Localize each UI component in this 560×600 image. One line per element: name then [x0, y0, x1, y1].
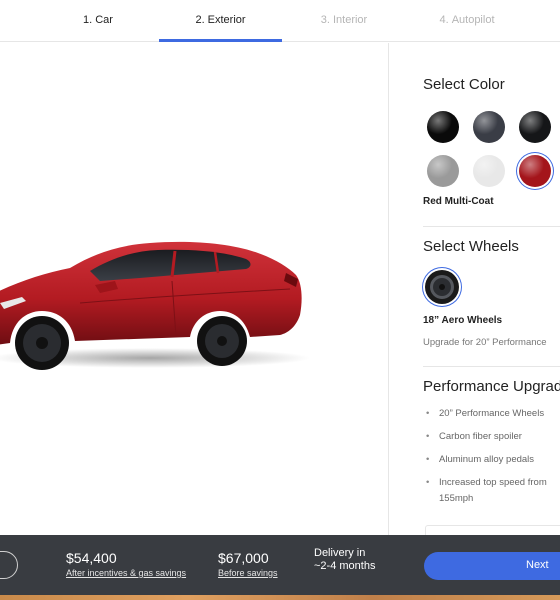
tab-number: 4.: [439, 14, 449, 26]
list-item: Carbon fiber spoiler: [423, 429, 560, 445]
midnight-silver-swatch[interactable]: [473, 111, 505, 143]
price-after-value: $54,400: [66, 550, 117, 566]
performance-option-card[interactable]: [425, 525, 560, 535]
performance-upgrade-heading: Performance Upgrade: [423, 378, 560, 395]
step-navigation: 1. Car 2. Exterior 3. Interior 4. Autopilot: [0, 0, 560, 42]
next-button[interactable]: Next: [424, 552, 560, 580]
select-color-heading: Select Color: [423, 76, 505, 93]
tab-exterior[interactable]: 2. Exterior: [159, 0, 282, 42]
tab-number: 2.: [195, 14, 205, 26]
wheel-upgrade-text: Upgrade for 20” Performance: [423, 337, 547, 348]
price-before-link[interactable]: Before savings: [218, 567, 278, 579]
selected-wheel-name: 18” Aero Wheels: [423, 315, 503, 326]
performance-features-list: 20” Performance Wheels Carbon fiber spoi…: [423, 406, 560, 514]
order-summary-bar: $54,400 After incentives & gas savings $…: [0, 535, 560, 595]
price-after-link[interactable]: After incentives & gas savings: [66, 567, 186, 579]
tab-label: Car: [95, 14, 113, 26]
options-panel: Select Color Red Multi-Coat Select Wheel…: [388, 43, 560, 535]
tab-autopilot[interactable]: 4. Autopilot: [420, 0, 514, 42]
tab-label: Autopilot: [451, 14, 495, 26]
wheel-icon: [426, 271, 458, 303]
list-item: Aluminum alloy pedals: [423, 452, 560, 468]
list-item: 20” Performance Wheels: [423, 406, 560, 422]
active-tab-indicator: [159, 39, 282, 42]
black-swatch[interactable]: [427, 111, 459, 143]
tab-car[interactable]: 1. Car: [60, 0, 136, 42]
next-button-label: Next: [526, 559, 549, 571]
tab-interior[interactable]: 3. Interior: [304, 0, 384, 42]
tab-label: Exterior: [207, 14, 246, 26]
aero-wheel-option[interactable]: [425, 270, 459, 304]
silver-swatch[interactable]: [427, 155, 459, 187]
background-strip: [0, 595, 560, 600]
deep-blue-swatch[interactable]: [519, 111, 551, 143]
delivery-estimate: Delivery in ~2-4 months: [314, 547, 376, 572]
selected-color-name: Red Multi-Coat: [423, 196, 494, 207]
red-swatch[interactable]: [519, 155, 551, 187]
section-divider: [423, 366, 560, 367]
select-wheels-heading: Select Wheels: [423, 238, 519, 255]
tab-label: Interior: [332, 14, 368, 26]
tab-number: 3.: [320, 14, 330, 26]
car-preview: [0, 43, 388, 535]
white-swatch[interactable]: [473, 155, 505, 187]
price-before-savings: $67,000 Before savings: [218, 549, 278, 579]
price-after-savings: $54,400 After incentives & gas savings: [66, 549, 186, 579]
section-divider: [423, 226, 560, 227]
details-toggle-button[interactable]: [0, 551, 18, 579]
car-image: [0, 241, 310, 370]
price-before-value: $67,000: [218, 550, 269, 566]
list-item: Increased top speed from 155mph: [423, 475, 560, 507]
tab-number: 1.: [83, 14, 93, 26]
